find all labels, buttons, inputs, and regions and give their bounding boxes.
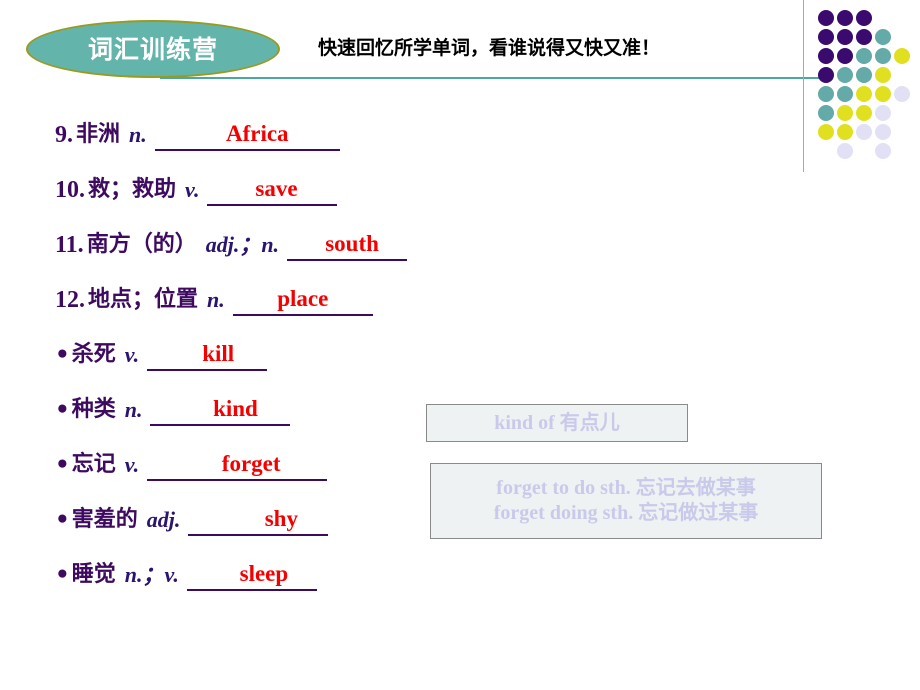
vocabulary-row: 11. 南方（的） adj.；n. south bbox=[0, 228, 800, 283]
decorative-dot bbox=[837, 86, 853, 102]
vocabulary-chinese-term: 非洲 bbox=[76, 122, 121, 147]
vocabulary-part-of-speech: n. bbox=[129, 122, 147, 147]
decorative-dot bbox=[856, 29, 872, 45]
decorative-dot bbox=[837, 29, 853, 45]
decorative-dot bbox=[894, 86, 910, 102]
header-instruction: 快速回忆所学单词，看谁说得又快又准！ bbox=[318, 37, 661, 59]
vocabulary-part-of-speech: adj. bbox=[146, 507, 181, 532]
vocabulary-bullet: • bbox=[55, 507, 70, 533]
vocabulary-row: • 睡觉 n.；v. sleep bbox=[0, 558, 800, 613]
vocabulary-chinese-term: 杀死 bbox=[71, 342, 116, 367]
decorative-dot bbox=[818, 48, 834, 64]
decorative-dot bbox=[875, 29, 891, 45]
vocabulary-part-of-speech: n. bbox=[124, 397, 143, 422]
vocabulary-answer-blank[interactable]: sleep bbox=[186, 558, 317, 591]
vocabulary-row: • 杀死 v. kill bbox=[0, 338, 800, 393]
decorative-dot bbox=[875, 124, 891, 140]
decorative-dot bbox=[837, 10, 853, 26]
title-badge: 词汇训练营 bbox=[26, 20, 280, 78]
vocabulary-number: 10. bbox=[55, 177, 85, 203]
decorative-dot bbox=[818, 10, 834, 26]
vocabulary-row: 12. 地点；位置 n. place bbox=[0, 283, 800, 338]
header-divider-vertical bbox=[803, 0, 804, 172]
vocabulary-chinese-term: 害羞的 bbox=[71, 507, 138, 532]
vocabulary-part-of-speech: n. bbox=[207, 287, 225, 312]
vocabulary-chinese-term: 种类 bbox=[71, 397, 116, 422]
vocabulary-number: 12. bbox=[55, 287, 85, 313]
vocabulary-row: 10. 救；救助 v. save bbox=[0, 173, 800, 228]
vocabulary-answer-text: sleep bbox=[239, 560, 289, 586]
vocabulary-part-of-speech: v. bbox=[185, 177, 200, 202]
decorative-dot bbox=[818, 29, 834, 45]
vocabulary-bullet: • bbox=[55, 397, 70, 423]
decorative-dot bbox=[818, 67, 834, 83]
decorative-dot bbox=[856, 10, 872, 26]
vocabulary-answer-blank[interactable]: Africa bbox=[154, 118, 340, 151]
vocabulary-answer-blank[interactable]: save bbox=[207, 173, 338, 206]
vocabulary-answer-text: south bbox=[325, 230, 379, 256]
note-line: forget doing sth. 忘记做过某事 bbox=[493, 502, 759, 524]
decorative-dot bbox=[875, 105, 891, 121]
decorative-dot bbox=[875, 67, 891, 83]
note-line: forget to do sth. 忘记去做某事 bbox=[496, 477, 756, 499]
decorative-dot-grid bbox=[818, 10, 916, 160]
vocabulary-answer-text: save bbox=[255, 175, 298, 201]
vocabulary-bullet: • bbox=[55, 452, 70, 478]
vocabulary-chinese-term: 睡觉 bbox=[71, 562, 116, 587]
vocabulary-answer-blank[interactable]: shy bbox=[188, 503, 329, 536]
header-divider-horizontal bbox=[160, 77, 820, 79]
vocabulary-bullet: • bbox=[55, 342, 70, 368]
note-line: kind of 有点儿 bbox=[494, 411, 620, 434]
vocabulary-answer-blank[interactable]: place bbox=[232, 283, 373, 316]
decorative-dot bbox=[837, 48, 853, 64]
vocabulary-part-of-speech: n.；v. bbox=[124, 562, 179, 587]
vocabulary-answer-blank[interactable]: kind bbox=[150, 393, 291, 426]
vocabulary-chinese-term: 地点；位置 bbox=[88, 287, 199, 312]
decorative-dot bbox=[837, 67, 853, 83]
decorative-dot bbox=[856, 105, 872, 121]
title-badge-label: 词汇训练营 bbox=[87, 34, 218, 64]
slide-canvas: 词汇训练营 快速回忆所学单词，看谁说得又快又准！ 9. 非洲 n. Africa 10.… bbox=[0, 0, 920, 690]
vocabulary-part-of-speech: adj.；n. bbox=[205, 232, 280, 257]
vocabulary-row: 9. 非洲 n. Africa bbox=[0, 118, 800, 173]
decorative-dot bbox=[875, 86, 891, 102]
decorative-dot bbox=[856, 67, 872, 83]
vocabulary-answer-text: place bbox=[277, 285, 329, 311]
vocabulary-chinese-term: 南方（的） bbox=[86, 232, 197, 257]
note-box-kind-of: kind of 有点儿 bbox=[426, 404, 688, 442]
vocabulary-part-of-speech: v. bbox=[124, 452, 140, 477]
vocabulary-answer-text: kind bbox=[213, 395, 258, 421]
vocabulary-answer-text: Africa bbox=[225, 120, 289, 146]
vocabulary-chinese-term: 忘记 bbox=[71, 452, 116, 477]
decorative-dot bbox=[856, 124, 872, 140]
decorative-dot bbox=[818, 105, 834, 121]
vocabulary-answer-text: kill bbox=[202, 340, 235, 366]
decorative-dot bbox=[875, 48, 891, 64]
vocabulary-answer-blank[interactable]: kill bbox=[147, 338, 268, 371]
vocabulary-bullet: • bbox=[55, 562, 70, 588]
note-box-forget-usage: forget to do sth. 忘记去做某事 forget doing sth… bbox=[430, 463, 822, 539]
decorative-dot bbox=[856, 48, 872, 64]
decorative-dot bbox=[818, 86, 834, 102]
vocabulary-answer-text: shy bbox=[264, 505, 298, 531]
decorative-dot bbox=[875, 143, 891, 159]
vocabulary-number: 11. bbox=[55, 232, 84, 258]
decorative-dot bbox=[837, 105, 853, 121]
decorative-dot bbox=[837, 143, 853, 159]
decorative-dot bbox=[818, 124, 834, 140]
decorative-dot bbox=[837, 124, 853, 140]
vocabulary-answer-text: forget bbox=[221, 450, 281, 476]
vocabulary-answer-blank[interactable]: south bbox=[287, 228, 408, 261]
vocabulary-number: 9. bbox=[55, 122, 73, 148]
vocabulary-chinese-term: 救；救助 bbox=[88, 177, 177, 202]
vocabulary-answer-blank[interactable]: forget bbox=[147, 448, 328, 481]
vocabulary-part-of-speech: v. bbox=[124, 342, 140, 367]
decorative-dot bbox=[856, 86, 872, 102]
decorative-dot bbox=[894, 48, 910, 64]
